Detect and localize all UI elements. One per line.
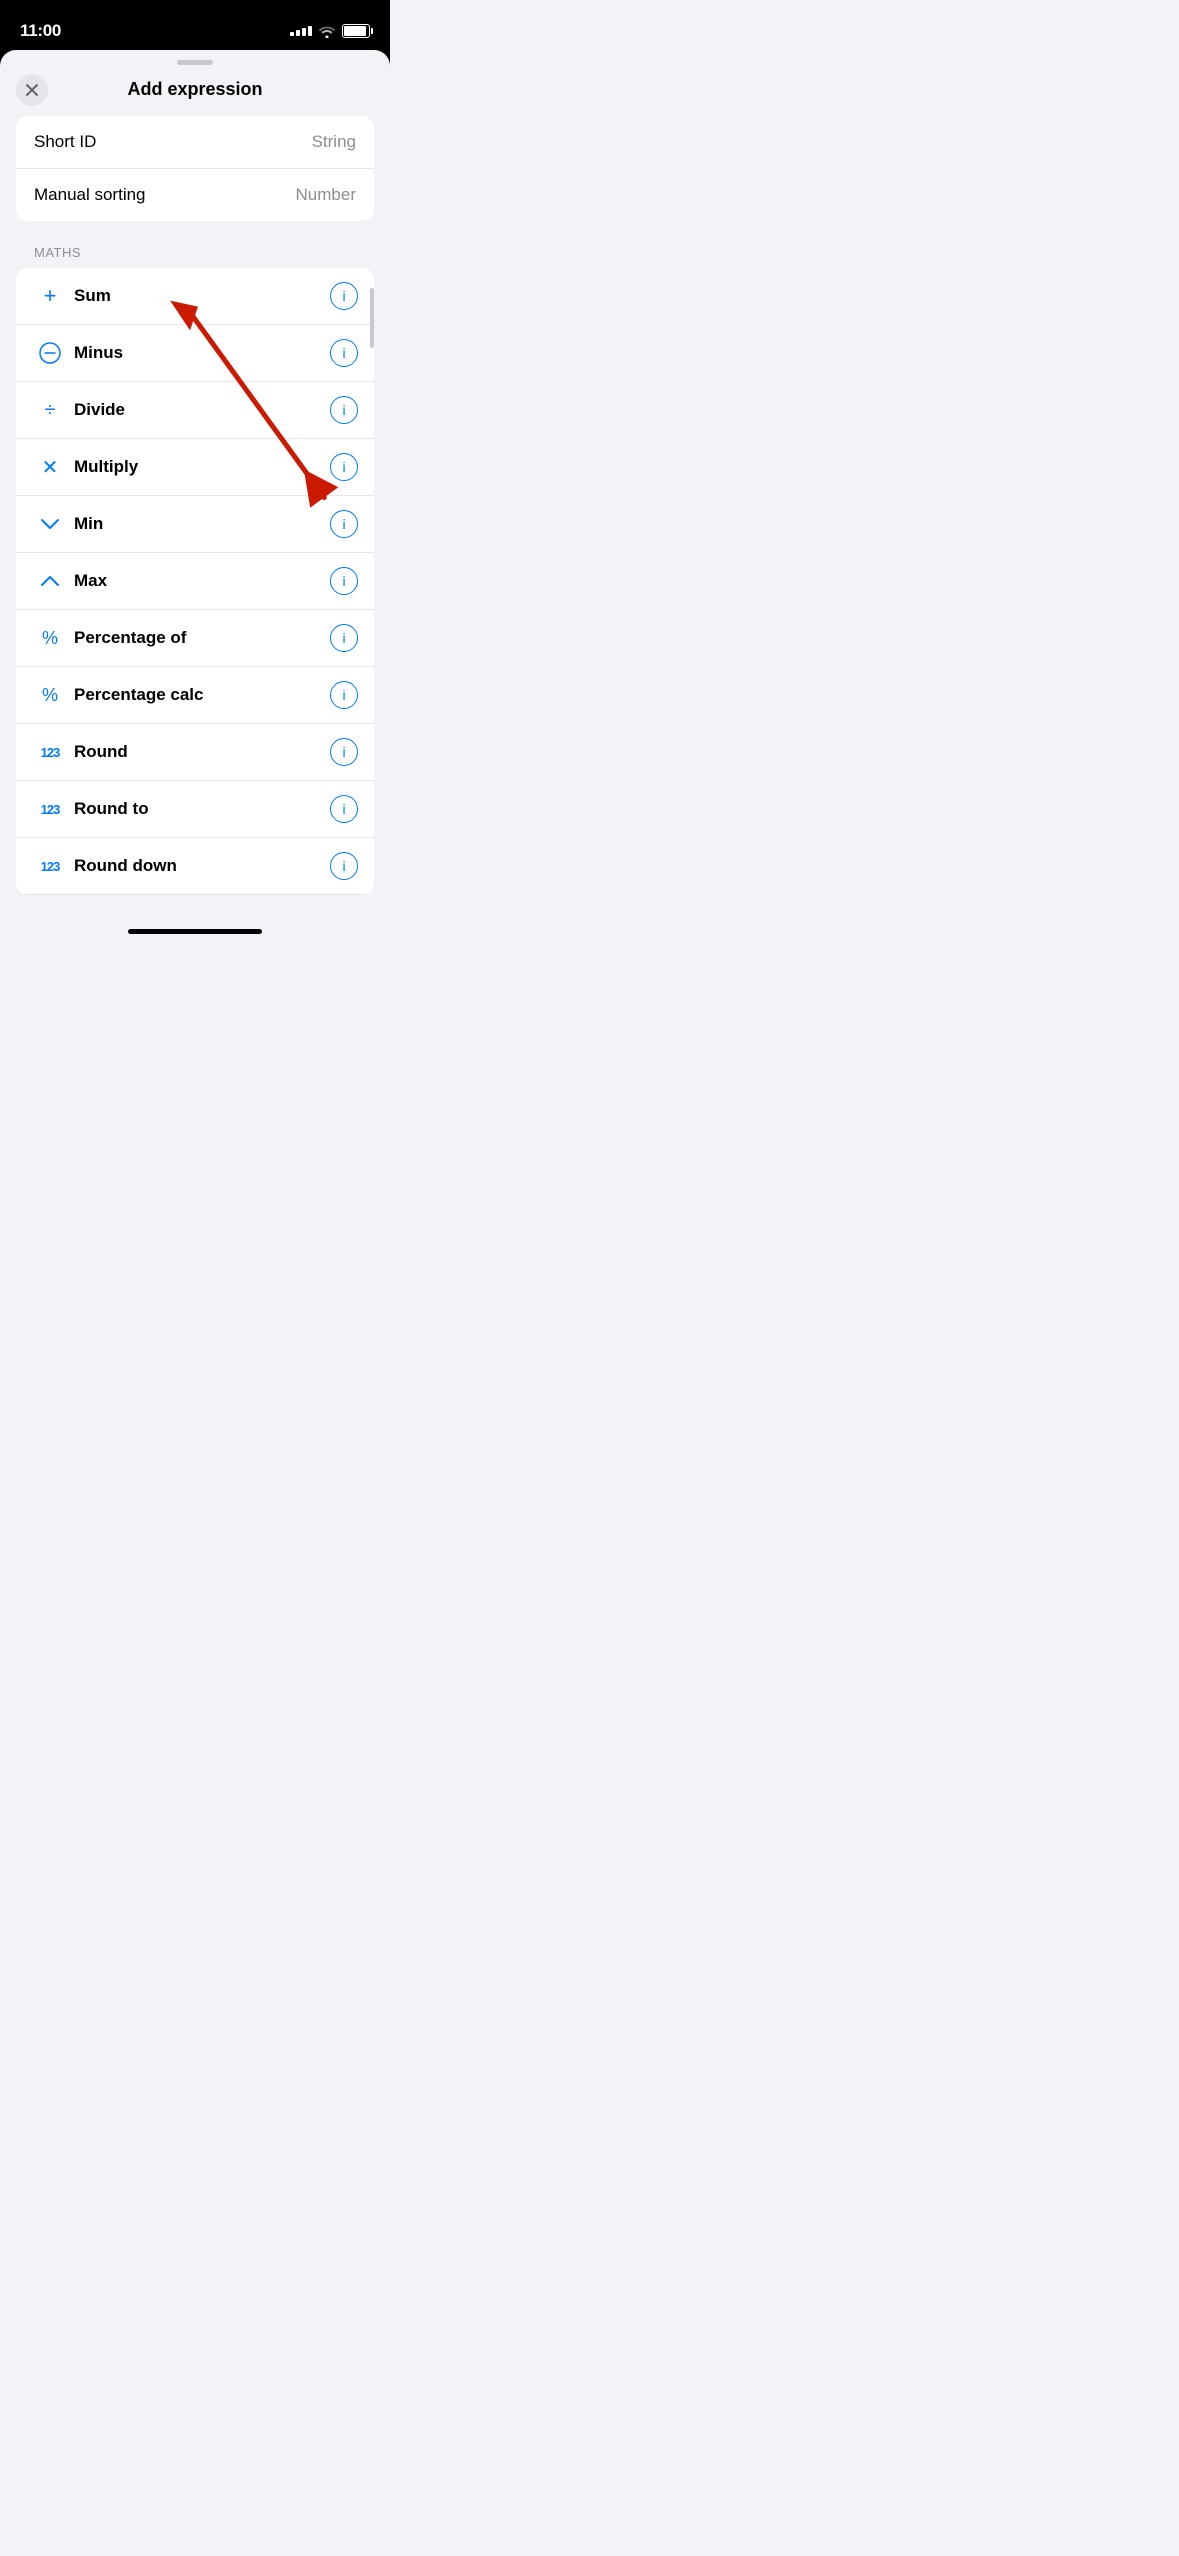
content-area: Short ID String Manual sorting Number MA… — [0, 116, 390, 895]
short-id-label: Short ID — [34, 132, 96, 152]
status-bar: 11:00 — [0, 0, 390, 50]
divide-info-icon: i — [342, 402, 345, 418]
round-down-icon: 123 — [32, 859, 68, 874]
round-down-label: Round down — [74, 856, 330, 876]
percentage-calc-label: Percentage calc — [74, 685, 330, 705]
maths-list-container: + Sum i Minu — [16, 268, 374, 895]
sum-info-icon: i — [342, 288, 345, 304]
round-info-icon: i — [342, 744, 345, 760]
multiply-info-button[interactable]: i — [330, 453, 358, 481]
round-to-info-icon: i — [342, 801, 345, 817]
min-icon — [32, 517, 68, 531]
round-down-info-icon: i — [342, 858, 345, 874]
battery-icon — [342, 24, 370, 38]
round-down-info-button[interactable]: i — [330, 852, 358, 880]
percentage-of-label: Percentage of — [74, 628, 330, 648]
round-label: Round — [74, 742, 330, 762]
max-info-icon: i — [342, 573, 345, 589]
min-info-button[interactable]: i — [330, 510, 358, 538]
home-indicator — [0, 919, 390, 942]
list-item-percentage-of[interactable]: % Percentage of i — [16, 610, 374, 667]
max-icon — [32, 574, 68, 588]
modal-title: Add expression — [127, 79, 262, 100]
max-info-button[interactable]: i — [330, 567, 358, 595]
round-to-label: Round to — [74, 799, 330, 819]
short-id-row[interactable]: Short ID String — [16, 116, 374, 169]
min-label: Min — [74, 514, 330, 534]
divide-label: Divide — [74, 400, 330, 420]
multiply-label: Multiply — [74, 457, 330, 477]
status-time: 11:00 — [20, 21, 61, 41]
sum-info-button[interactable]: i — [330, 282, 358, 310]
list-item-min[interactable]: Min i — [16, 496, 374, 553]
modal-sheet: Add expression Short ID String Manual so… — [0, 50, 390, 942]
round-to-info-button[interactable]: i — [330, 795, 358, 823]
drag-handle[interactable] — [177, 60, 213, 65]
minus-info-button[interactable]: i — [330, 339, 358, 367]
list-item-multiply[interactable]: ✕ Multiply i — [16, 439, 374, 496]
list-item-minus[interactable]: Minus i — [16, 325, 374, 382]
modal-header: Add expression — [0, 79, 390, 116]
maths-section-header: MATHS — [16, 245, 374, 268]
list-item-round-to[interactable]: 123 Round to i — [16, 781, 374, 838]
percentage-calc-info-button[interactable]: i — [330, 681, 358, 709]
percentage-calc-info-icon: i — [342, 687, 345, 703]
multiply-info-icon: i — [342, 459, 345, 475]
home-bar — [128, 929, 262, 934]
list-item-round-down[interactable]: 123 Round down i — [16, 838, 374, 895]
minus-info-icon: i — [342, 345, 345, 361]
sum-icon: + — [32, 283, 68, 309]
list-item-round[interactable]: 123 Round i — [16, 724, 374, 781]
wifi-icon — [318, 25, 336, 38]
manual-sorting-value: Number — [296, 185, 356, 205]
round-to-icon: 123 — [32, 802, 68, 817]
close-button[interactable] — [16, 74, 48, 106]
scrollbar-thumb — [370, 288, 374, 348]
sum-label: Sum — [74, 286, 330, 306]
divide-icon: ÷ — [32, 399, 68, 422]
list-item-max[interactable]: Max i — [16, 553, 374, 610]
divide-info-button[interactable]: i — [330, 396, 358, 424]
manual-sorting-row[interactable]: Manual sorting Number — [16, 169, 374, 221]
top-fields-card: Short ID String Manual sorting Number — [16, 116, 374, 221]
round-info-button[interactable]: i — [330, 738, 358, 766]
status-icons — [290, 24, 370, 38]
list-item-sum[interactable]: + Sum i — [16, 268, 374, 325]
multiply-icon: ✕ — [32, 455, 68, 480]
list-item-percentage-calc[interactable]: % Percentage calc i — [16, 667, 374, 724]
percentage-calc-icon: % — [32, 685, 68, 706]
maths-list-card: + Sum i Minu — [16, 268, 374, 895]
percentage-of-icon: % — [32, 628, 68, 649]
minus-icon — [32, 341, 68, 365]
signal-icon — [290, 26, 312, 36]
sheet-background: Add expression Short ID String Manual so… — [0, 50, 390, 942]
percentage-of-info-icon: i — [342, 630, 345, 646]
min-info-icon: i — [342, 516, 345, 532]
minus-label: Minus — [74, 343, 330, 363]
percentage-of-info-button[interactable]: i — [330, 624, 358, 652]
manual-sorting-label: Manual sorting — [34, 185, 146, 205]
round-icon: 123 — [32, 745, 68, 760]
short-id-value: String — [312, 132, 356, 152]
max-label: Max — [74, 571, 330, 591]
list-item-divide[interactable]: ÷ Divide i — [16, 382, 374, 439]
